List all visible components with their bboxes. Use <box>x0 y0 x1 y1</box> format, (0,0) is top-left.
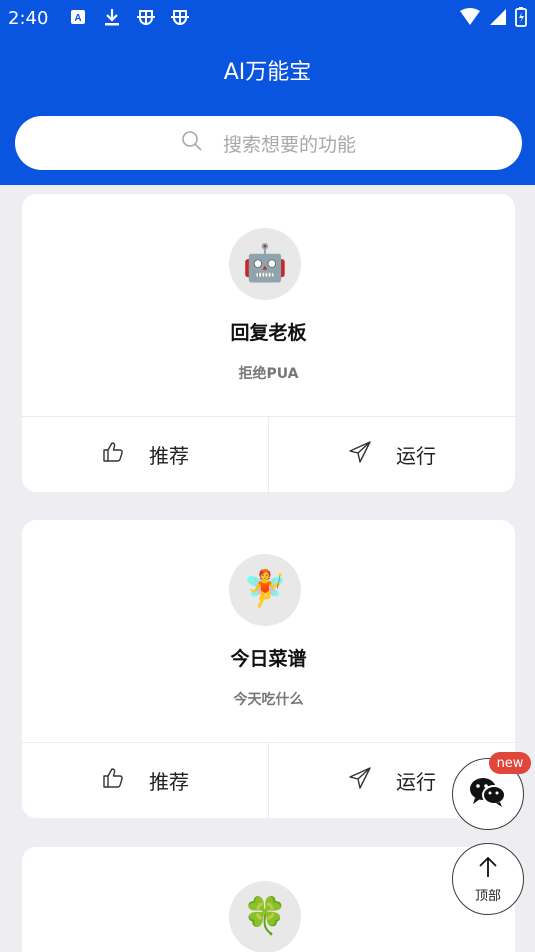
run-label: 运行 <box>396 444 436 468</box>
recommend-button[interactable]: 推荐 <box>22 417 268 492</box>
robot-icon: 🤖 <box>229 228 301 300</box>
battery-icon <box>515 7 527 32</box>
app-header: 2:40 A AI万能宝 搜索想要的功能 <box>0 0 535 185</box>
status-time: 2:40 <box>8 8 49 29</box>
run-label: 运行 <box>396 770 436 794</box>
arrow-up-icon <box>476 855 500 883</box>
card-subtitle: 今天吃什么 <box>233 692 304 708</box>
new-badge: new <box>489 752 531 774</box>
four-leaf-clover-icon: 🍀 <box>229 881 301 952</box>
card-actions: 推荐 运行 <box>22 742 515 818</box>
status-notification-icons: A <box>68 6 190 28</box>
run-button[interactable]: 运行 <box>268 417 515 492</box>
send-icon <box>348 440 372 469</box>
card-title: 今日菜谱 <box>230 648 307 670</box>
a-keyboard-icon: A <box>68 6 88 28</box>
feature-card[interactable]: 🤖 回复老板 拒绝PUA 推荐 运行 <box>22 194 515 492</box>
feature-card[interactable]: 🧚 今日菜谱 今天吃什么 推荐 运行 <box>22 520 515 818</box>
recommend-label: 推荐 <box>149 770 189 794</box>
svg-text:A: A <box>74 13 81 24</box>
back-to-top-button[interactable]: 顶部 <box>452 843 524 915</box>
thumbs-up-icon <box>101 440 125 469</box>
card-title: 回复老板 <box>230 322 307 344</box>
card-subtitle: 拒绝PUA <box>238 366 299 382</box>
search-input[interactable]: 搜索想要的功能 <box>15 116 522 170</box>
search-icon <box>181 130 203 157</box>
feature-card[interactable]: 🍀 <box>22 847 515 952</box>
recommend-label: 推荐 <box>149 444 189 468</box>
recommend-button[interactable]: 推荐 <box>22 743 268 818</box>
page-title: AI万能宝 <box>223 60 312 85</box>
wechat-icon <box>469 776 507 812</box>
status-bar: 2:40 A <box>0 0 535 36</box>
wifi-icon <box>459 8 481 31</box>
bug-icon <box>170 6 190 28</box>
card-actions: 推荐 运行 <box>22 416 515 492</box>
thumbs-up-icon <box>101 766 125 795</box>
signal-icon <box>489 8 507 31</box>
download-icon <box>102 6 122 28</box>
bug-icon <box>136 6 156 28</box>
back-to-top-label: 顶部 <box>474 888 501 904</box>
send-icon <box>348 766 372 795</box>
status-system-icons <box>459 7 527 32</box>
fairy-icon: 🧚 <box>229 554 301 626</box>
search-placeholder: 搜索想要的功能 <box>222 133 356 156</box>
